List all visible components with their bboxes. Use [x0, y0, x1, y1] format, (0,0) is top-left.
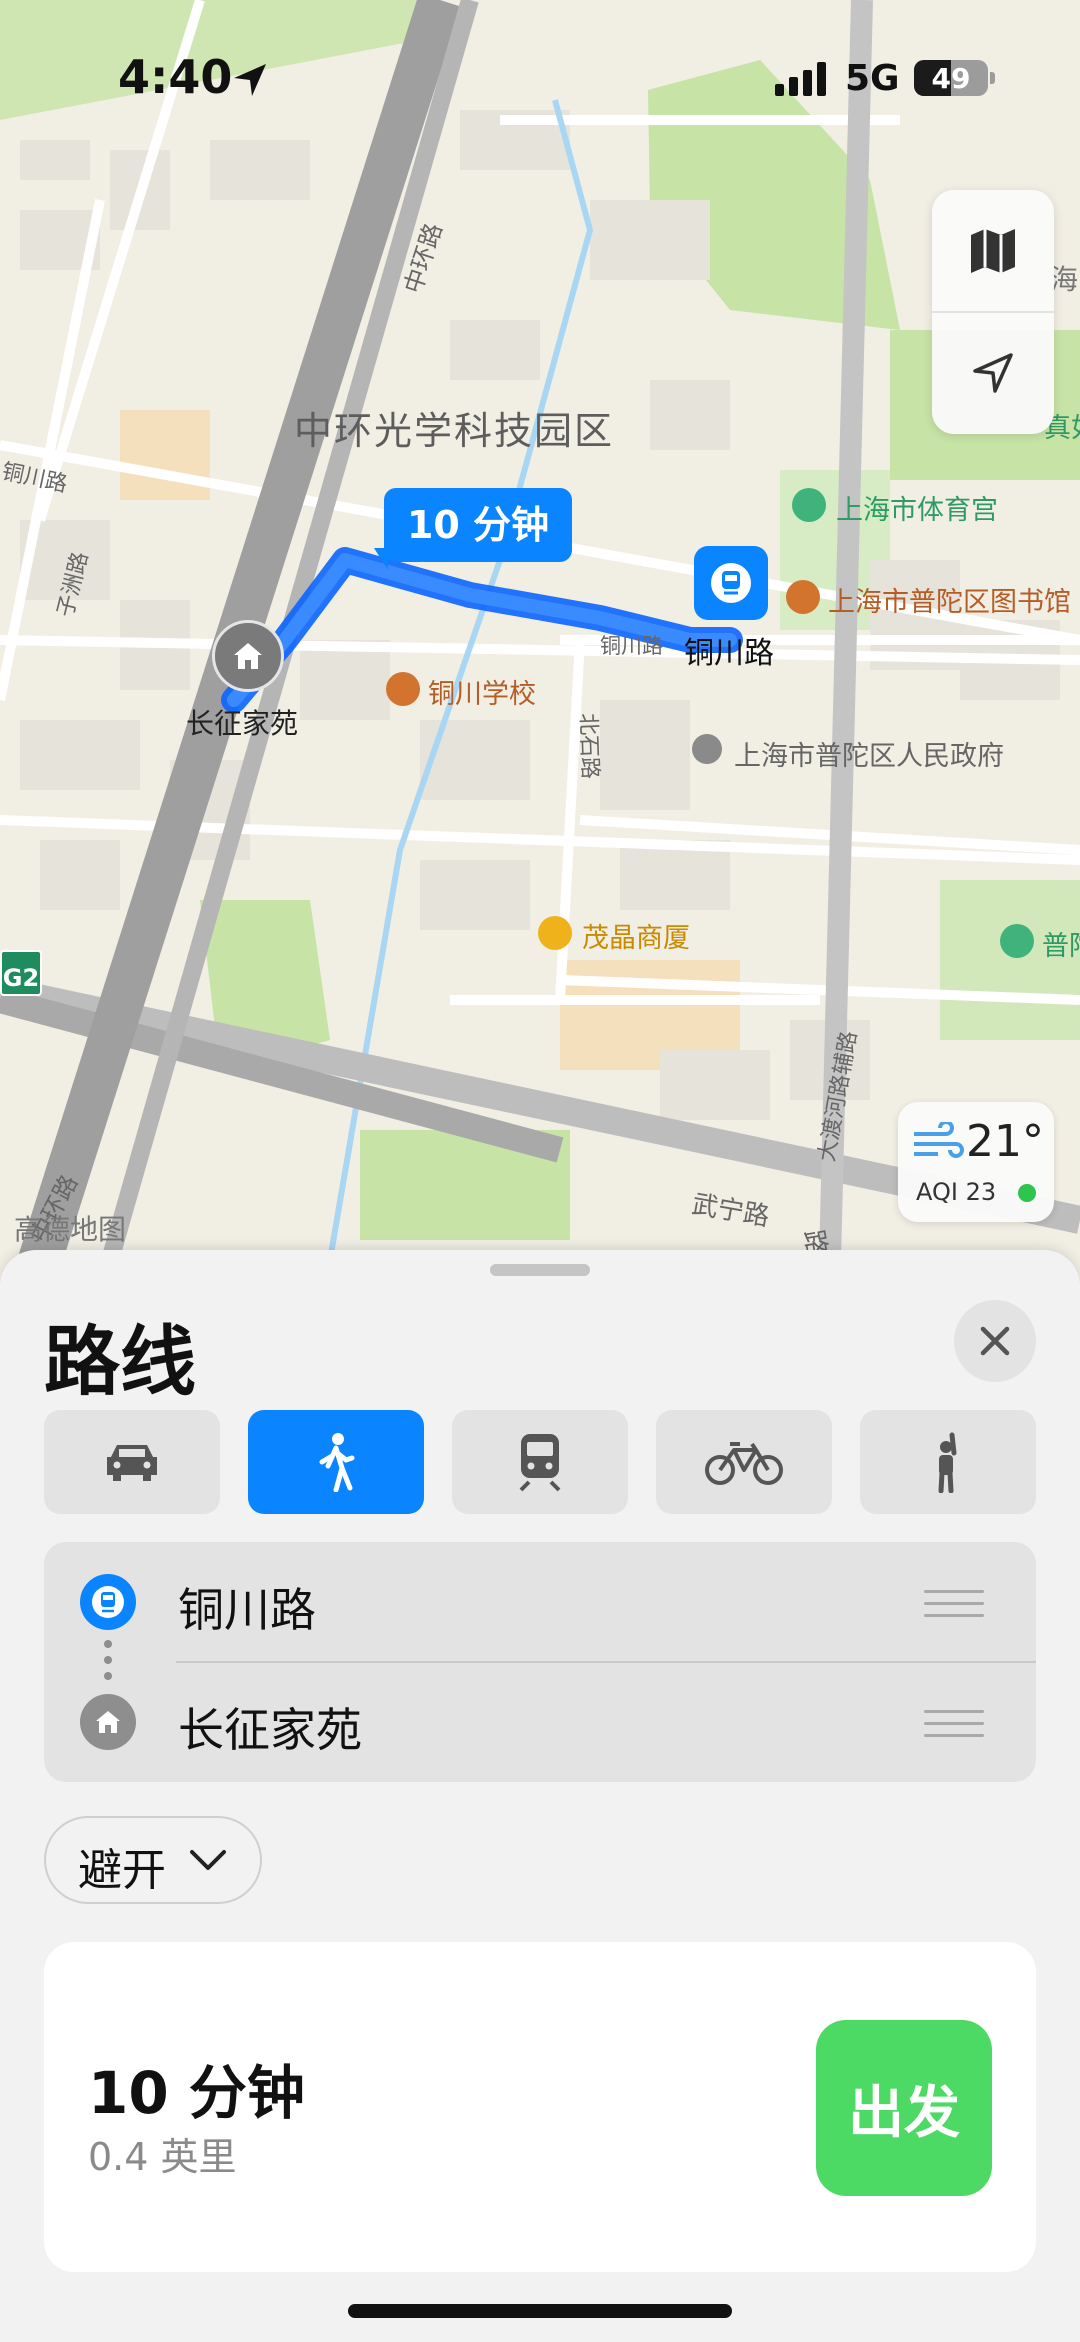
waypoint-start-icon: [80, 1574, 136, 1630]
mode-drive-button[interactable]: [44, 1410, 220, 1514]
home-icon: [234, 643, 262, 669]
poi-school[interactable]: 铜川学校: [428, 672, 536, 711]
cellular-signal-icon: [775, 62, 826, 96]
mode-transit-button[interactable]: [452, 1410, 628, 1514]
aqi-value: AQI 23: [916, 1178, 997, 1206]
walk-icon: [319, 1433, 355, 1492]
aqi-status-dot: [1018, 1184, 1036, 1202]
school-icon: [386, 672, 420, 706]
waypoint-end-label[interactable]: 长征家苑: [178, 1694, 362, 1760]
wind-icon: [914, 1122, 964, 1158]
train-icon: [519, 1434, 561, 1492]
close-button[interactable]: [954, 1300, 1036, 1382]
waypoints-card: 铜川路 长征家苑: [44, 1542, 1036, 1782]
status-time: 4:40: [118, 50, 233, 104]
bicycle-icon: [705, 1442, 783, 1485]
poi-park[interactable]: 普陀: [1042, 924, 1080, 963]
car-icon: [107, 1445, 157, 1481]
network-type: 5G: [845, 58, 900, 99]
temperature: 21°: [966, 1116, 1044, 1167]
start-station-pin[interactable]: [694, 546, 768, 620]
location-arrow-icon: [973, 353, 1013, 393]
route-duration: 10 分钟: [88, 2059, 305, 2127]
gym-icon: [792, 488, 826, 522]
map-mode-button[interactable]: [932, 190, 1054, 312]
waypoint-start-label[interactable]: 铜川路: [178, 1574, 316, 1640]
home-indicator[interactable]: [348, 2304, 732, 2318]
end-home-pin[interactable]: [212, 620, 284, 692]
chevron-down-icon: [190, 1850, 226, 1870]
waypoint-divider: [176, 1661, 1036, 1663]
route-option-card[interactable]: 10 分钟 0.4 英里 出发: [44, 1942, 1036, 2272]
mode-cycle-button[interactable]: [656, 1410, 832, 1514]
weather-widget[interactable]: 21° AQI 23: [898, 1102, 1054, 1222]
map-base: [0, 0, 1080, 1260]
district-label: 中环光学科技园区: [294, 409, 615, 453]
library-icon: [786, 580, 820, 614]
poi-top-right: 海: [1050, 263, 1079, 296]
route-badge-pointer: [374, 548, 388, 570]
train-station-icon: [92, 1586, 124, 1618]
waypoint-end-icon: [80, 1694, 136, 1750]
directions-sheet: 路线 铜川路 长征家苑 避开 10 分钟 0.4 英里 出发: [0, 1250, 1080, 2342]
close-icon: [980, 1326, 1010, 1356]
sheet-grabber[interactable]: [490, 1264, 590, 1276]
locate-me-button[interactable]: [932, 312, 1054, 434]
battery-level: 49: [931, 62, 971, 95]
waypoint-end-reorder-handle[interactable]: [924, 1710, 984, 1746]
hail-icon: [938, 1432, 957, 1493]
route-duration-badge[interactable]: 10 分钟: [384, 488, 572, 562]
road-label-beishi: 北石路: [574, 712, 603, 780]
poi-mall[interactable]: 茂晶商厦: [582, 916, 690, 955]
map-controls: [932, 190, 1054, 434]
poi-gov[interactable]: 上海市普陀区人民政府: [734, 734, 1004, 773]
map-watermark: 高德地图: [14, 1213, 127, 1246]
train-icon: [711, 563, 751, 603]
map-icon: [971, 229, 1015, 273]
status-bar: 4:40 5G 49: [0, 0, 1080, 160]
battery-icon: 49: [914, 60, 988, 96]
avoid-dropdown[interactable]: 避开: [44, 1816, 262, 1904]
end-home-label: 长征家苑: [186, 707, 299, 740]
poi-gym[interactable]: 上海市体育宫: [836, 488, 998, 527]
road-label-tongchuan-small: 铜川路: [600, 634, 663, 658]
waypoint-start-reorder-handle[interactable]: [924, 1590, 984, 1626]
poi-library[interactable]: 上海市普陀区图书馆: [828, 580, 1071, 619]
highway-shield: G2: [0, 950, 42, 996]
mode-rideshare-button[interactable]: [860, 1410, 1036, 1514]
highway-label: G2: [2, 964, 40, 992]
route-distance: 0.4 英里: [88, 2135, 237, 2179]
mode-walk-button[interactable]: [248, 1410, 424, 1514]
battery-tip: [990, 72, 995, 84]
gov-icon: [692, 734, 722, 764]
location-services-icon: [234, 64, 266, 96]
start-station-label: 铜川路: [684, 636, 774, 671]
avoid-label: 避开: [78, 1845, 166, 1896]
sheet-title: 路线: [44, 1317, 196, 1406]
go-button[interactable]: 出发: [816, 2020, 992, 2196]
mall-icon: [538, 916, 572, 950]
home-icon: [96, 1711, 120, 1733]
park-icon: [1000, 924, 1034, 958]
map-view[interactable]: 10 分钟 中环光学科技园区 中环路 铜川路 子洲路 铜川路 北石路 武宁路 大…: [0, 0, 1080, 1260]
